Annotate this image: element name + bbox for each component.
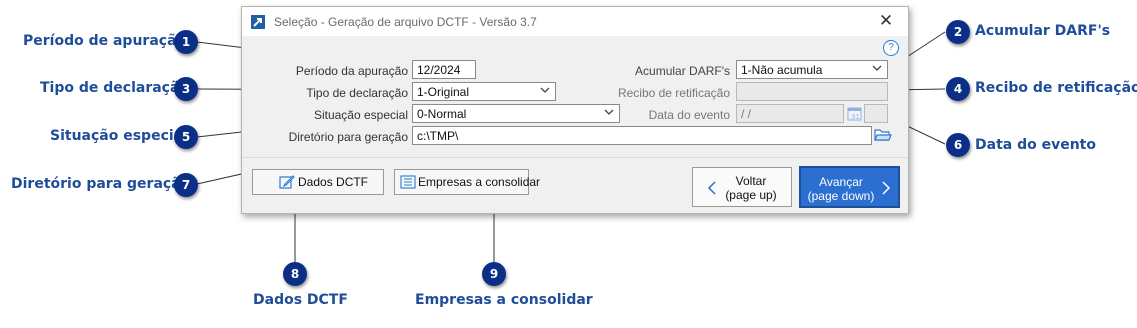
close-icon[interactable]: ✕	[876, 11, 896, 31]
periodo-label: Período da apuração	[295, 64, 408, 78]
callout-label-5: Situação especial	[50, 128, 188, 144]
callout-badge-3: 3	[174, 77, 198, 101]
dados-dctf-button[interactable]: Dados DCTF	[252, 169, 384, 195]
avancar-label-line2: (page down)	[807, 189, 875, 203]
acumular-label: Acumular DARF's	[635, 64, 730, 78]
callout-label-4: Recibo de retificação	[975, 80, 1137, 96]
data-evento-extra	[864, 104, 888, 123]
voltar-button[interactable]: Voltar (page up)	[692, 167, 792, 207]
diretorio-label: Diretório para geração	[288, 130, 408, 144]
recibo-label: Recibo de retificação	[617, 86, 730, 100]
avancar-label: Avançar (page down)	[805, 175, 877, 203]
tipo-select-value: 1-Original	[417, 85, 470, 99]
callout-badge-1: 1	[174, 30, 198, 54]
callout-label-8: Dados DCTF	[253, 292, 348, 308]
callout-label-7: Diretório para geração	[11, 176, 191, 192]
callout-badge-5: 5	[174, 125, 198, 149]
callout-badge-9: 9	[482, 262, 506, 286]
acumular-select[interactable]: 1-Não acumula	[736, 60, 888, 79]
callout-badge-7: 7	[174, 173, 198, 197]
data-evento-input[interactable]: / /	[736, 104, 844, 123]
chevron-right-icon	[881, 181, 891, 200]
voltar-label-line2: (page up)	[725, 188, 777, 202]
svg-text:31: 31	[851, 113, 860, 121]
chevron-left-icon	[707, 181, 717, 200]
avancar-button[interactable]: Avançar (page down)	[799, 166, 900, 208]
periodo-input[interactable]: 12/2024	[412, 60, 476, 79]
data-evento-label: Data do evento	[648, 108, 730, 122]
empresas-button[interactable]: Empresas a consolidar	[394, 169, 540, 195]
help-icon[interactable]: ?	[883, 40, 899, 56]
title-bar: Seleção - Geração de arquivo DCTF - Vers…	[242, 7, 908, 36]
edit-icon	[279, 174, 295, 193]
callout-label-6: Data do evento	[975, 137, 1096, 153]
diretorio-input[interactable]: c:\TMP\	[412, 126, 872, 145]
app-icon	[251, 15, 265, 29]
recibo-input[interactable]	[736, 82, 888, 101]
tipo-select[interactable]: 1-Original	[412, 82, 556, 101]
dados-dctf-label: Dados DCTF	[298, 175, 369, 189]
chevron-down-icon	[540, 85, 550, 98]
callout-label-2: Acumular DARF's	[975, 23, 1111, 39]
callout-badge-4: 4	[946, 77, 970, 101]
window-title: Seleção - Geração de arquivo DCTF - Vers…	[274, 15, 537, 29]
callout-badge-2: 2	[946, 20, 970, 44]
situacao-select[interactable]: 0-Normal	[412, 104, 620, 123]
chevron-down-icon	[872, 63, 882, 76]
dctf-dialog: Seleção - Geração de arquivo DCTF - Vers…	[241, 6, 909, 214]
separator	[242, 157, 908, 158]
callout-label-1: Período de apuração	[23, 33, 187, 49]
tipo-label: Tipo de declaração	[306, 86, 408, 100]
voltar-label: Voltar (page up)	[721, 174, 781, 202]
avancar-label-line1: Avançar	[819, 175, 863, 189]
callout-label-3: Tipo de declaração	[40, 80, 190, 96]
callout-badge-8: 8	[283, 262, 307, 286]
list-icon	[400, 174, 416, 193]
empresas-label: Empresas a consolidar	[418, 175, 541, 189]
situacao-select-value: 0-Normal	[417, 107, 467, 121]
voltar-label-line1: Voltar	[735, 174, 767, 188]
situacao-label: Situação especial	[313, 108, 408, 122]
folder-icon[interactable]	[874, 127, 892, 143]
calendar-icon[interactable]: 31	[847, 105, 863, 122]
acumular-select-value: 1-Não acumula	[741, 63, 823, 77]
chevron-down-icon	[604, 107, 614, 120]
callout-label-9: Empresas a consolidar	[415, 292, 593, 308]
callout-badge-6: 6	[946, 133, 970, 157]
